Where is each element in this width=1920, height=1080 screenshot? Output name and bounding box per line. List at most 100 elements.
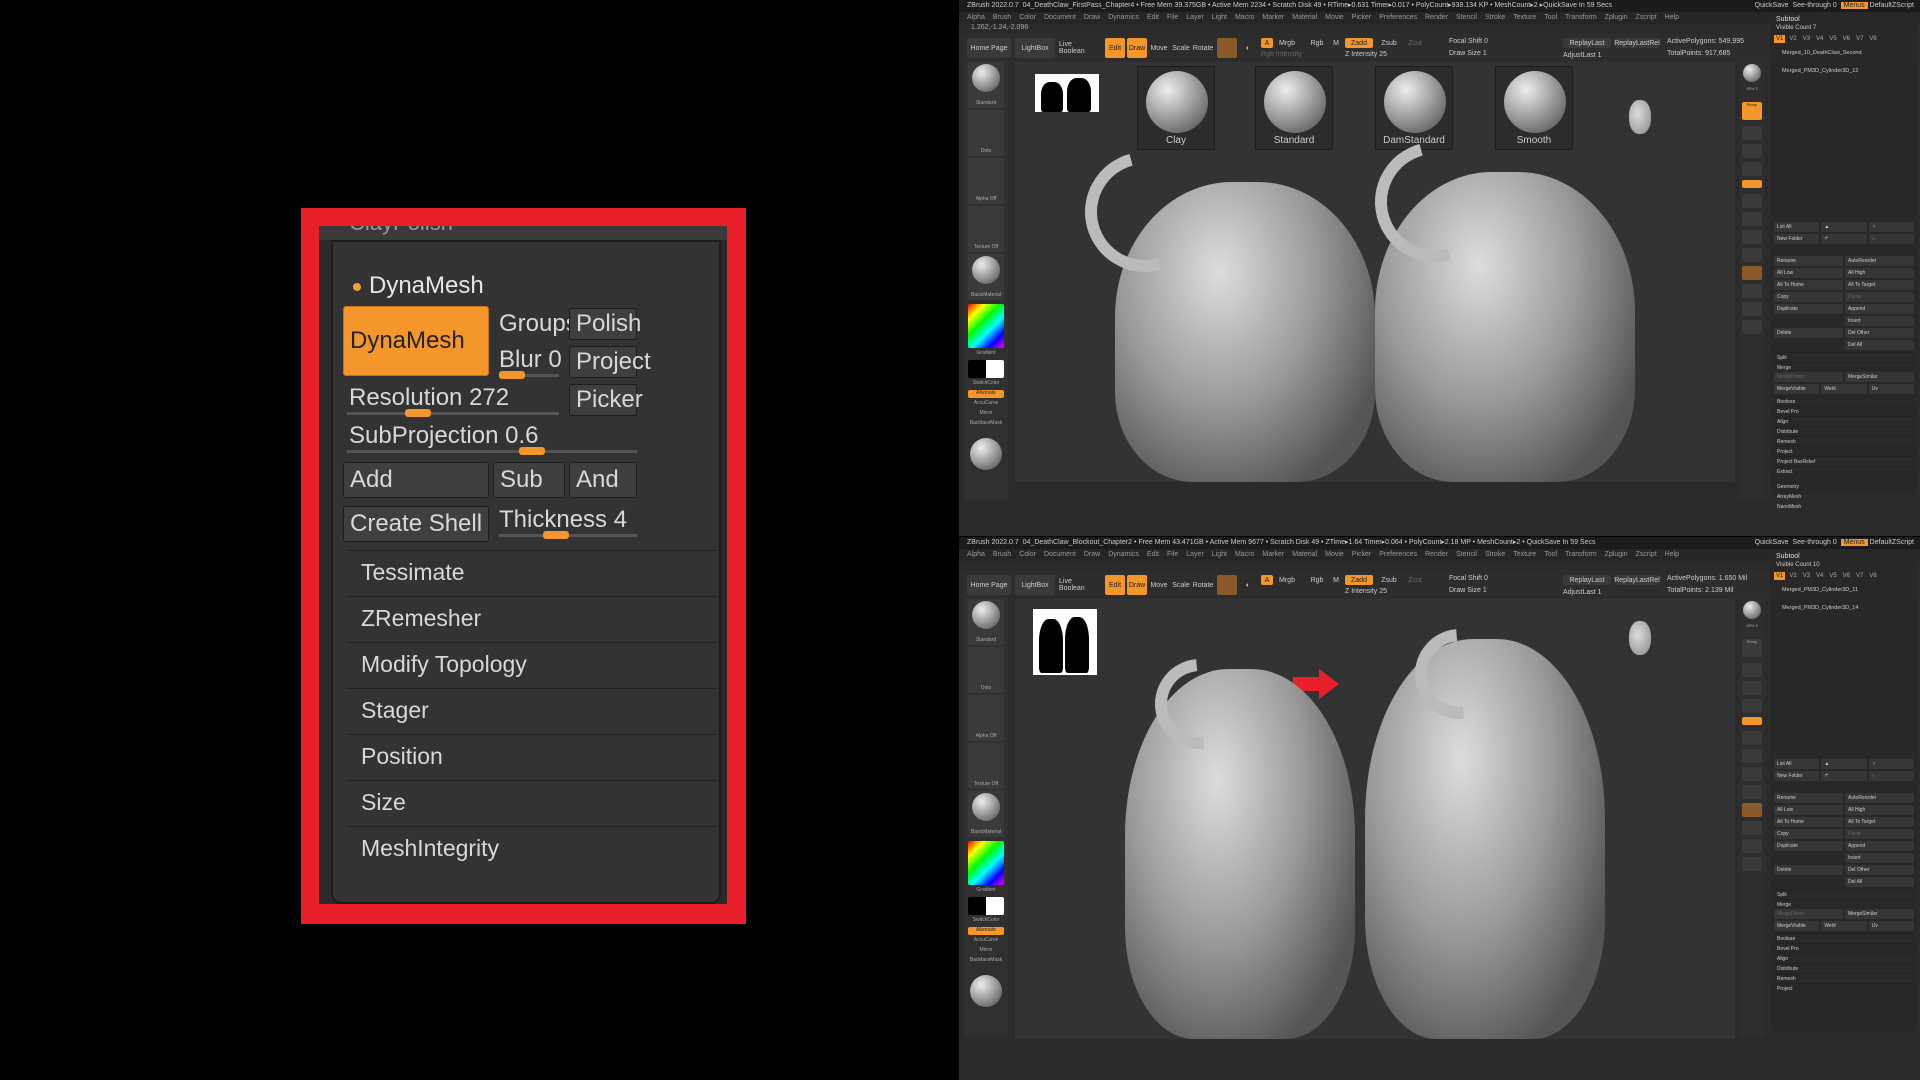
menu-help[interactable]: Help bbox=[1665, 14, 1679, 21]
accucurve-toggle[interactable]: AccuCurve bbox=[968, 937, 1004, 945]
draw-button[interactable]: Draw bbox=[1127, 575, 1147, 595]
move-button[interactable]: Move bbox=[1149, 575, 1169, 595]
weld-toggle[interactable]: Weld bbox=[1821, 384, 1867, 394]
accucurve-toggle[interactable]: AccuCurve bbox=[968, 400, 1004, 408]
distribute-subpalette[interactable]: Distribute bbox=[1774, 426, 1914, 436]
dynamesh-section-title[interactable]: DynaMesh bbox=[353, 272, 484, 300]
edit-button[interactable]: Edit bbox=[1105, 38, 1125, 58]
move-into-folder-button[interactable]: ↱ bbox=[1821, 771, 1867, 781]
menus-toggle[interactable]: Menus bbox=[1840, 539, 1868, 546]
duplicate-button[interactable]: Duplicate bbox=[1774, 304, 1843, 314]
color-swatches[interactable] bbox=[968, 360, 1004, 378]
zscript-button[interactable]: DefaultZScript bbox=[1870, 539, 1914, 546]
mergedown-button[interactable]: MergeDown bbox=[1774, 372, 1843, 382]
replay-last-rel-button[interactable]: ReplayLastRel bbox=[1614, 38, 1660, 48]
subtool-item[interactable]: Merged_10_DeathClaw_Second bbox=[1770, 47, 1918, 65]
zadd-toggle[interactable]: Zadd bbox=[1345, 38, 1373, 48]
menu-stencil[interactable]: Stencil bbox=[1456, 14, 1477, 21]
adjust-last-slider[interactable]: AdjustLast 1 bbox=[1563, 589, 1602, 596]
menu-texture[interactable]: Texture bbox=[1513, 14, 1536, 21]
alternate-toggle[interactable]: Alternate bbox=[968, 927, 1004, 935]
and-button[interactable]: And bbox=[569, 462, 637, 498]
tab-v8[interactable]: V8 bbox=[1867, 35, 1878, 43]
align-subpalette[interactable]: Align bbox=[1774, 953, 1914, 963]
canvas-viewport[interactable]: Clay Standard DamStandard Smooth bbox=[1015, 62, 1735, 482]
frame-button[interactable] bbox=[1742, 731, 1762, 745]
menu-marker[interactable]: Marker bbox=[1262, 14, 1284, 21]
rotate-view-button[interactable] bbox=[1742, 248, 1762, 262]
rename-button[interactable]: Rename bbox=[1774, 256, 1843, 266]
mergesimilar-button[interactable]: MergeSimilar bbox=[1845, 909, 1914, 919]
menu-tool[interactable]: Tool bbox=[1544, 14, 1557, 21]
menu-dynamics[interactable]: Dynamics bbox=[1108, 551, 1139, 558]
menu-stroke[interactable]: Stroke bbox=[1485, 14, 1505, 21]
lsym-button[interactable] bbox=[1742, 699, 1762, 713]
lsym-button[interactable] bbox=[1742, 162, 1762, 176]
zsub-toggle[interactable]: Zsub bbox=[1377, 38, 1401, 48]
tab-v1[interactable]: V1 bbox=[1774, 572, 1786, 580]
canvas-viewport[interactable] bbox=[1015, 599, 1735, 1039]
del-all-button[interactable]: Del All bbox=[1845, 340, 1914, 350]
switchcolor-button[interactable]: SwitchColor bbox=[968, 380, 1004, 388]
tab-v2[interactable]: V2 bbox=[1787, 572, 1798, 580]
material-swatch[interactable] bbox=[1217, 38, 1237, 58]
menu-zscript[interactable]: Zscript bbox=[1636, 551, 1657, 558]
rename-button[interactable]: Rename bbox=[1774, 793, 1843, 803]
boolean-subpalette[interactable]: Boolean bbox=[1774, 396, 1914, 406]
modify-topology-subpalette[interactable]: Modify Topology bbox=[347, 642, 717, 686]
color-swatches[interactable] bbox=[968, 897, 1004, 915]
menu-movie[interactable]: Movie bbox=[1325, 551, 1344, 558]
rotate-button[interactable]: Rotate bbox=[1193, 38, 1214, 58]
persp-button[interactable]: Persp bbox=[1742, 639, 1762, 657]
subtool-title[interactable]: Subtool bbox=[1770, 551, 1918, 562]
list-all-button[interactable]: List All bbox=[1774, 222, 1820, 232]
menu-render[interactable]: Render bbox=[1425, 551, 1448, 558]
m-toggle[interactable]: M bbox=[1331, 38, 1341, 48]
alpha-picker[interactable]: Alpha Off bbox=[968, 158, 1004, 204]
menu-tool[interactable]: Tool bbox=[1544, 551, 1557, 558]
tab-v5[interactable]: V5 bbox=[1827, 35, 1838, 43]
color-picker[interactable] bbox=[968, 304, 1004, 348]
geometry-subpalette[interactable]: Geometry bbox=[1774, 482, 1914, 492]
subtool-item[interactable]: Merged_PM3D_Cylinder3D_12 bbox=[1770, 65, 1918, 83]
transp-button[interactable] bbox=[1742, 821, 1762, 835]
replay-last-rel-button[interactable]: ReplayLastRel bbox=[1614, 575, 1660, 585]
menu-layer[interactable]: Layer bbox=[1186, 551, 1204, 558]
xyz-button[interactable] bbox=[1742, 717, 1762, 725]
distribute-subpalette[interactable]: Distribute bbox=[1774, 963, 1914, 973]
menu-transform[interactable]: Transform bbox=[1565, 551, 1597, 558]
menu-document[interactable]: Document bbox=[1044, 551, 1076, 558]
draw-size-slider[interactable]: Draw Size 1 bbox=[1449, 50, 1487, 57]
menu-zplugin[interactable]: Zplugin bbox=[1605, 14, 1628, 21]
menu-color[interactable]: Color bbox=[1019, 14, 1036, 21]
mergesimilar-button[interactable]: MergeSimilar bbox=[1845, 372, 1914, 382]
del-other-button[interactable]: Del Other bbox=[1845, 328, 1914, 338]
new-folder-button[interactable]: New Folder bbox=[1774, 234, 1820, 244]
lightbox-button[interactable]: LightBox bbox=[1015, 575, 1055, 595]
tab-v4[interactable]: V4 bbox=[1814, 35, 1825, 43]
all-low-button[interactable]: All Low bbox=[1774, 268, 1843, 278]
a-toggle[interactable]: A bbox=[1261, 575, 1273, 585]
menu-texture[interactable]: Texture bbox=[1513, 551, 1536, 558]
insert-button[interactable]: Insert bbox=[1845, 853, 1914, 863]
del-other-button[interactable]: Del Other bbox=[1845, 865, 1914, 875]
boolean-subpalette[interactable]: Boolean bbox=[1774, 933, 1914, 943]
focal-shift-slider[interactable]: Focal Shift 0 bbox=[1449, 38, 1488, 45]
sculptris-icon[interactable]: ◐ bbox=[1239, 575, 1257, 595]
new-folder-button[interactable]: New Folder bbox=[1774, 771, 1820, 781]
dynamesh-button[interactable]: DynaMesh bbox=[343, 306, 489, 376]
draw-size-slider[interactable]: Draw Size 1 bbox=[1449, 587, 1487, 594]
home-page-button[interactable]: Home Page bbox=[967, 38, 1011, 58]
all-high-button[interactable]: All High bbox=[1845, 268, 1914, 278]
project-toggle[interactable]: Project bbox=[569, 346, 651, 378]
menu-file[interactable]: File bbox=[1167, 551, 1178, 558]
delete-button[interactable]: Delete bbox=[1774, 865, 1843, 875]
brush-picker[interactable]: Standard bbox=[968, 599, 1004, 645]
tab-v7[interactable]: V7 bbox=[1854, 572, 1865, 580]
tab-v4[interactable]: V4 bbox=[1814, 572, 1825, 580]
list-all-button[interactable]: List All bbox=[1774, 759, 1820, 769]
nanomesh-subpalette[interactable]: NanoMesh bbox=[1774, 502, 1914, 512]
remesh-subpalette[interactable]: Remesh bbox=[1774, 436, 1914, 446]
align-subpalette[interactable]: Align bbox=[1774, 416, 1914, 426]
brush-picker[interactable]: Standard bbox=[968, 62, 1004, 108]
